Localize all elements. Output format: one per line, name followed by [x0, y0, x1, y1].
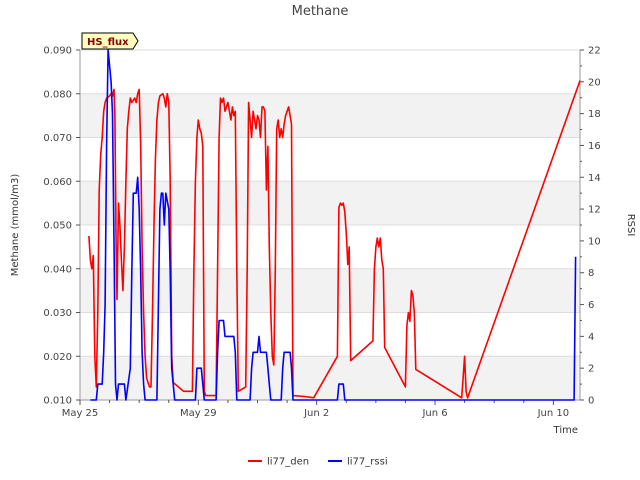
- y2-tick-label: 18: [588, 109, 601, 120]
- y-axis-label: Methane (mmol/m3): [10, 174, 21, 277]
- hs-flux-badge: HS_flux: [81, 32, 139, 50]
- x-tick-label: Jun 2: [303, 408, 329, 419]
- plot-band: [80, 93, 580, 138]
- y2-tick-label: 14: [588, 173, 601, 184]
- y-axis-right: 0 2 4 6 8 10 12 14 16 18 20 22: [580, 46, 601, 407]
- y-tick-label: 0.040: [43, 264, 72, 275]
- chart-title: Methane: [292, 4, 349, 19]
- y2-axis-label: RSSI: [625, 214, 636, 237]
- y-tick-label: 0.080: [43, 89, 72, 100]
- y2-tick-label: 4: [588, 332, 594, 343]
- x-axis-label: Time: [553, 425, 578, 436]
- y-tick-label: 0.070: [43, 133, 72, 144]
- y2-tick-label: 12: [588, 205, 601, 216]
- x-axis: May 25 May 29 Jun 2 Jun 6 Jun 10: [62, 400, 569, 419]
- y-tick-label: 0.050: [43, 221, 72, 232]
- y-tick-label: 0.010: [43, 396, 72, 407]
- y2-tick-label: 10: [588, 236, 601, 247]
- y-tick-label: 0.020: [43, 352, 72, 363]
- x-tick-label: May 25: [62, 408, 99, 419]
- y2-tick-label: 16: [588, 141, 601, 152]
- y2-tick-label: 6: [588, 300, 594, 311]
- y2-tick-label: 0: [588, 396, 594, 407]
- y-axis-left: 0.010 0.020 0.030 0.040 0.050 0.060 0.070 0.080…: [43, 46, 80, 407]
- y2-tick-label: 20: [588, 77, 601, 88]
- x-tick-label: Jun 10: [537, 408, 570, 419]
- y-tick-label: 0.060: [43, 177, 72, 188]
- y2-tick-label: 2: [588, 364, 594, 375]
- plot-band: [80, 356, 580, 400]
- badge-label: HS_flux: [87, 37, 129, 48]
- y2-tick-label: 8: [588, 268, 594, 279]
- legend-label-li77_den: li77_den: [267, 457, 309, 468]
- x-tick-label: Jun 6: [421, 408, 447, 419]
- legend: li77_den li77_rssi: [248, 457, 388, 468]
- legend-label-li77_rssi: li77_rssi: [347, 457, 388, 468]
- methane-chart: Methane 0.0100.0200.0300.0400.0500.0600.…: [10, 4, 636, 468]
- y-tick-label: 0.090: [43, 46, 72, 57]
- x-tick-label: May 29: [180, 408, 217, 419]
- y-tick-label: 0.030: [43, 308, 72, 319]
- y2-tick-label: 22: [588, 46, 601, 57]
